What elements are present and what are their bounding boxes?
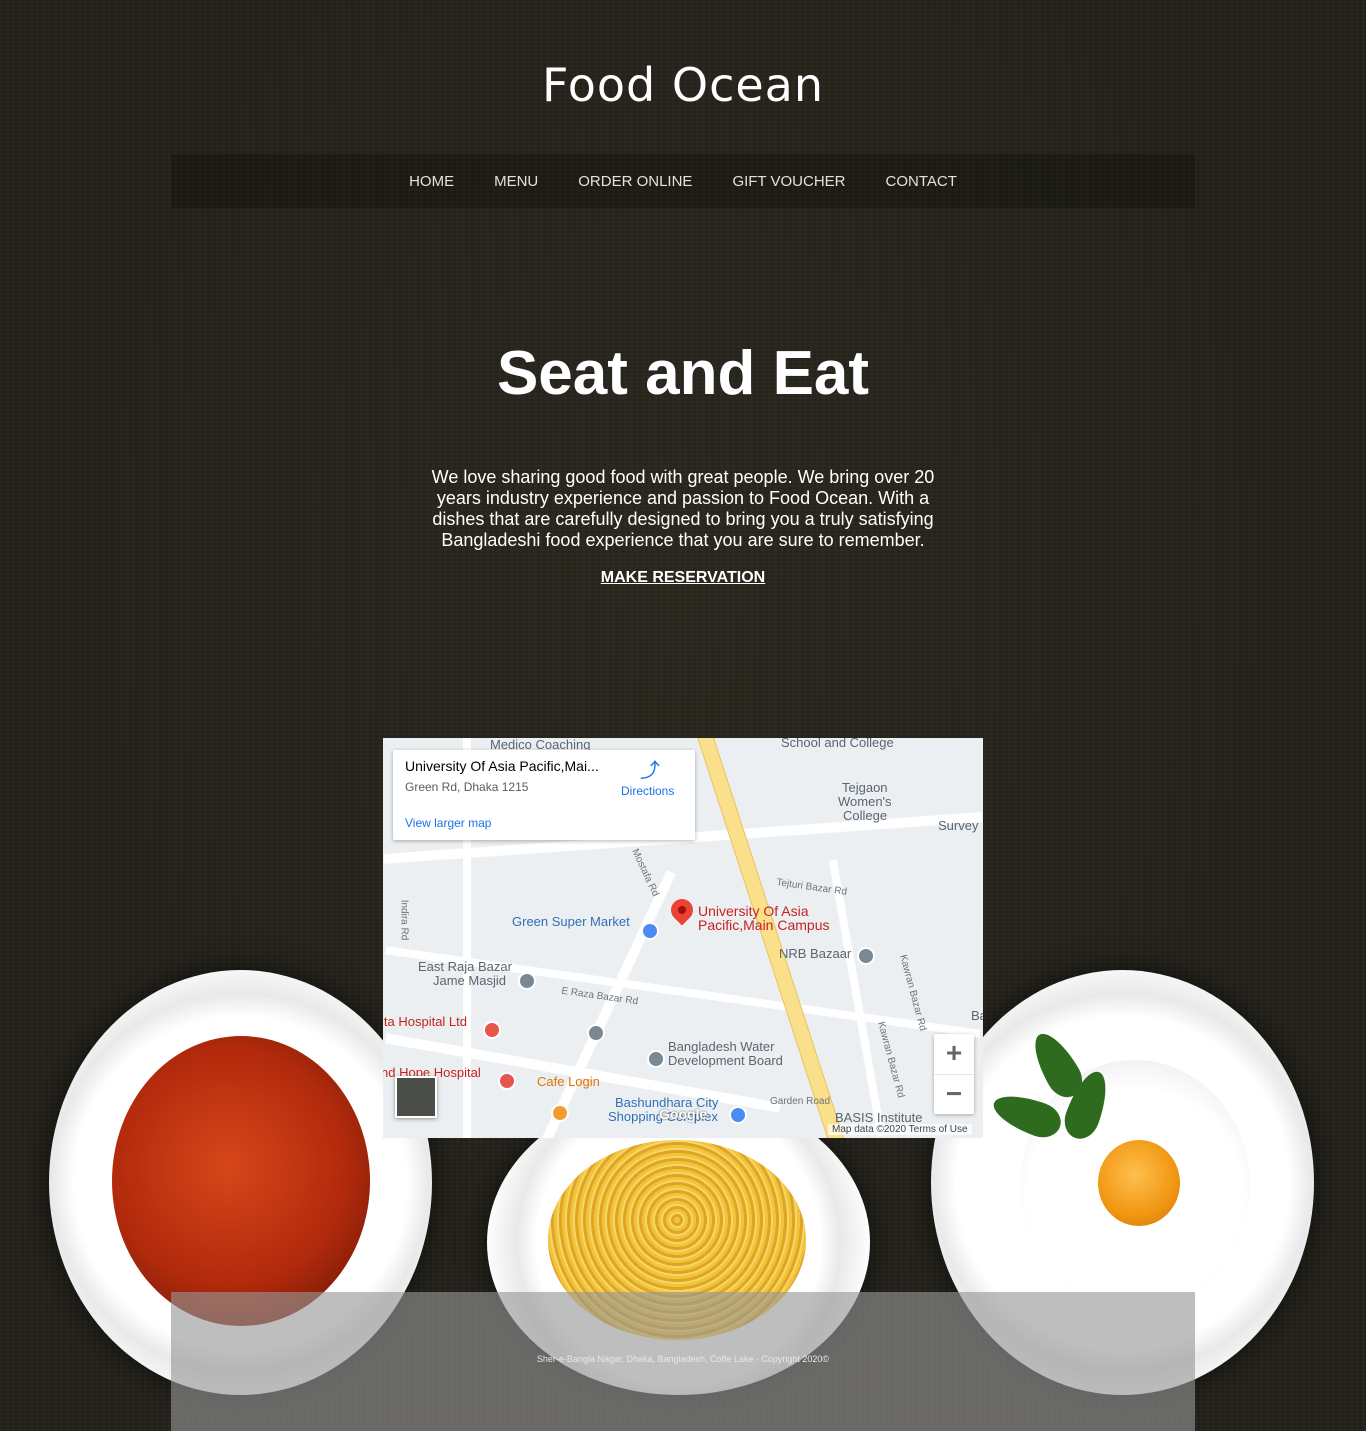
- map-highway: [695, 738, 847, 1138]
- zoom-control: + −: [934, 1034, 974, 1114]
- map-label: Cafe Login: [537, 1074, 600, 1089]
- nav-home[interactable]: HOME: [389, 173, 474, 190]
- nav-contact[interactable]: CONTACT: [866, 173, 977, 190]
- make-reservation-link[interactable]: MAKE RESERVATION: [601, 569, 765, 586]
- map-label: East Raja Bazar: [418, 959, 512, 974]
- shopping-icon: [729, 1106, 747, 1124]
- map-pin-icon[interactable]: [666, 894, 698, 926]
- map-label: Green Super Market: [512, 914, 630, 929]
- map-info-card: University Of Asia Pacific,Mai... Green …: [393, 750, 695, 840]
- map-label: Survey: [938, 818, 979, 833]
- map-label: Indira Rd: [398, 899, 410, 941]
- map-label: Ba: [971, 1008, 983, 1023]
- map-attribution[interactable]: Map data ©2020 Terms of Use: [828, 1124, 972, 1135]
- place-icon: [647, 1050, 665, 1068]
- minus-icon[interactable]: −: [934, 1075, 974, 1115]
- soup-image: [112, 1036, 370, 1326]
- location-map[interactable]: Medico Coaching School and College Tejga…: [383, 738, 983, 1138]
- nav-menu[interactable]: MENU: [474, 173, 558, 190]
- directions-icon[interactable]: ⤴: [639, 760, 661, 782]
- satellite-toggle[interactable]: [395, 1076, 437, 1118]
- map-label: Jame Masjid: [433, 973, 506, 988]
- main-nav: HOME MENU ORDER ONLINE GIFT VOUCHER CONT…: [171, 154, 1195, 208]
- footer-copyright: Sher-e-Bangla Nagar, Dhaka, Bangladesh, …: [536, 1354, 830, 1364]
- site-logo[interactable]: Food Ocean: [0, 58, 1366, 112]
- google-logo: Google: [659, 1106, 708, 1122]
- reservation-cta: MAKE RESERVATION: [0, 569, 1366, 587]
- nav-order-online[interactable]: ORDER ONLINE: [558, 173, 712, 190]
- shopping-icon: [641, 922, 659, 940]
- map-label: Development Board: [668, 1053, 783, 1068]
- hero-title: Seat and Eat: [496, 339, 870, 408]
- place-title: University Of Asia Pacific,Mai...: [405, 758, 599, 774]
- map-label: Kawran Bazar Rd: [875, 1020, 907, 1100]
- cafe-icon: [551, 1104, 569, 1122]
- map-label: Garden Road: [770, 1096, 831, 1107]
- view-larger-map-link[interactable]: View larger map: [405, 816, 491, 830]
- marker-label: University Of Asia: [698, 903, 809, 919]
- map-label: NRB Bazaar: [779, 946, 852, 961]
- directions-link[interactable]: Directions: [621, 784, 674, 798]
- marker-label: Pacific,Main Campus: [698, 917, 830, 933]
- map-label: School and College: [781, 738, 894, 750]
- map-road: [828, 859, 886, 1137]
- map-label: Bangladesh Water: [668, 1039, 775, 1054]
- hero-description: We love sharing good food with great peo…: [431, 467, 935, 550]
- school-icon: [587, 1024, 605, 1042]
- nav-gift-voucher[interactable]: GIFT VOUCHER: [712, 173, 865, 190]
- map-label: Tejgaon: [842, 780, 888, 795]
- hospital-icon: [483, 1021, 501, 1039]
- map-label: College: [843, 808, 888, 823]
- map-label: Mostafa Rd: [629, 847, 661, 899]
- egg-yolk-image: [1098, 1140, 1180, 1226]
- map-label: E Raza Bazar Rd: [560, 985, 639, 1008]
- place-address: Green Rd, Dhaka 1215: [405, 780, 529, 794]
- map-label: Women's: [838, 794, 892, 809]
- place-icon: [857, 947, 875, 965]
- hospital-icon: [498, 1072, 516, 1090]
- map-label: ita Hospital Ltd: [383, 1014, 467, 1029]
- footer: Sher-e-Bangla Nagar, Dhaka, Bangladesh, …: [171, 1292, 1195, 1431]
- map-label: BASIS Institute: [835, 1110, 923, 1125]
- plus-icon[interactable]: +: [934, 1034, 974, 1075]
- mosque-icon: [518, 972, 536, 990]
